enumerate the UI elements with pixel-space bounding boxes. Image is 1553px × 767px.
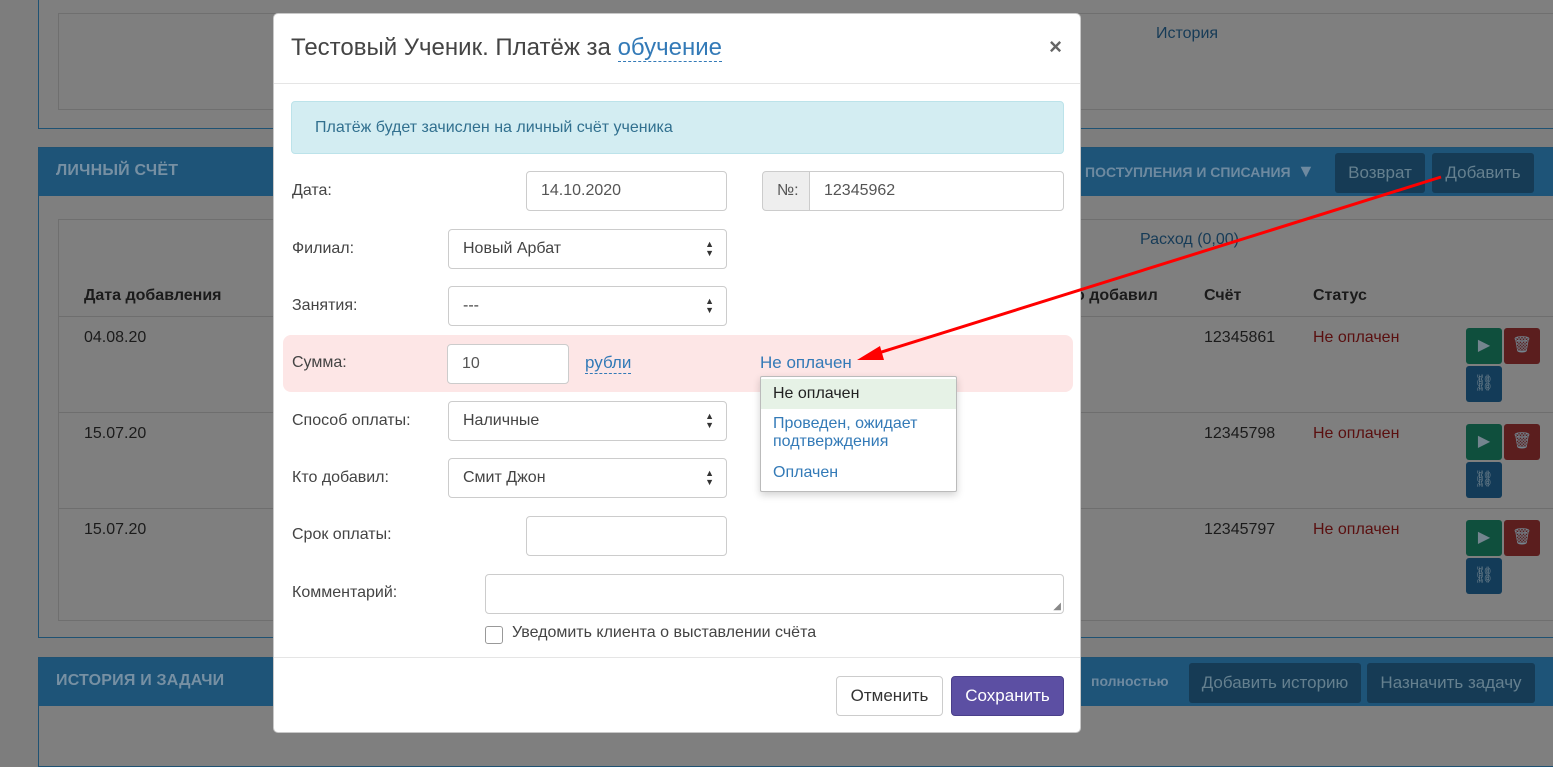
status-option-pending-line1: Проведен, ожидает [773,415,918,432]
branch-select-value: Новый Арбат [463,240,562,257]
link-button[interactable]: ⛓ [1466,366,1502,402]
link-button[interactable]: ⛓ [1466,462,1502,498]
delete-button[interactable]: 🗑 [1504,424,1540,460]
add-payment-button[interactable]: Добавить [1432,153,1534,193]
export-button[interactable]: ▶ [1466,520,1502,556]
expense-link[interactable]: Расход (0,00) [1140,231,1239,249]
assign-task-button[interactable]: Назначить задачу [1367,663,1535,703]
added-by-label: Кто добавил: [292,469,389,486]
status-dropdown: Не оплачен Проведен, ожидает подтвержден… [760,376,957,492]
notify-checkbox[interactable] [485,626,503,644]
export-icon: ▶ [1477,529,1491,546]
due-date-input[interactable] [526,516,727,556]
table-row-status: Не оплачен [1313,329,1400,346]
select-arrows-icon: ▲ ▼ [705,239,714,258]
info-alert: Платёж будет зачислен на личный счёт уче… [291,101,1064,154]
col-who-added: о добавил [1075,287,1158,304]
col-date-added: Дата добавления [84,287,222,304]
added-by-value: Смит Джон [463,469,546,486]
trash-icon: 🗑 [1511,433,1533,450]
save-button[interactable]: Сохранить [951,676,1064,716]
comment-textarea[interactable]: ◢ [485,574,1064,614]
due-date-label: Срок оплаты: [292,526,392,543]
added-by-select[interactable]: Смит Джон ▲ ▼ [448,458,727,498]
table-row-date: 15.07.20 [84,521,147,538]
cancel-button[interactable]: Отменить [836,676,943,716]
payment-method-value: Наличные [463,412,540,429]
link-button[interactable]: ⛓ [1466,558,1502,594]
modal-title-text: Тестовый Ученик. Платёж за [291,34,611,61]
filter-icon[interactable]: ▼ [1297,161,1315,182]
add-history-button[interactable]: Добавить историю [1189,663,1361,703]
link-icon: ⛓ [1473,471,1495,488]
number-input[interactable]: 12345962 [809,171,1064,211]
branch-select[interactable]: Новый Арбат ▲ ▼ [448,229,727,269]
payment-method-label: Способ оплаты: [292,412,411,429]
col-status: Статус [1313,287,1367,304]
account-panel-title: ЛИЧНЫЙ СЧЁТ [56,162,179,179]
status-option-paid[interactable]: Оплачен [761,464,956,482]
currency-link[interactable]: рубли [585,353,632,374]
delete-button[interactable]: 🗑 [1504,328,1540,364]
sum-input[interactable]: 10 [447,344,569,384]
table-row-date: 15.07.20 [84,425,147,442]
payment-method-select[interactable]: Наличные ▲ ▼ [448,401,727,441]
notify-label[interactable]: Уведомить клиента о выставлении счёта [512,624,816,642]
refund-button[interactable]: Возврат [1335,153,1425,193]
status-option-pending[interactable]: Проведен, ожидает подтверждения [761,415,956,451]
table-row-account: 12345797 [1204,521,1276,538]
table-row-account: 12345861 [1204,329,1276,346]
delete-button[interactable]: 🗑 [1504,520,1540,556]
resize-grip-icon[interactable]: ◢ [1053,601,1061,612]
table-row-status: Не оплачен [1313,425,1400,442]
payment-type-link[interactable]: обучение [617,34,722,62]
status-option-unpaid[interactable]: Не оплачен [761,379,956,409]
table-row-date: 04.08.20 [84,329,147,346]
sum-label: Сумма: [292,354,347,371]
payment-modal: Тестовый Ученик. Платёж за обучение × Пл… [273,13,1081,733]
full-view-link[interactable]: полностью [1091,673,1169,689]
modal-header: Тестовый Ученик. Платёж за обучение × [274,14,1080,84]
status-option-pending-line2: подтверждения [773,433,889,450]
export-icon: ▶ [1477,337,1491,354]
export-icon: ▶ [1477,433,1491,450]
history-link[interactable]: История [1156,25,1218,43]
close-icon[interactable]: × [1049,34,1062,60]
status-link[interactable]: Не оплачен [760,353,852,373]
trash-icon: 🗑 [1511,337,1533,354]
filter-label[interactable]: ПОСТУПЛЕНИЯ И СПИСАНИЯ [1085,164,1291,180]
lessons-label: Занятия: [292,297,358,314]
export-button[interactable]: ▶ [1466,424,1502,460]
lessons-select[interactable]: --- ▲ ▼ [448,286,727,326]
select-arrows-icon: ▲ ▼ [705,296,714,315]
branch-label: Филиал: [292,240,355,257]
modal-footer-divider [274,657,1080,658]
modal-title: Тестовый Ученик. Платёж за обучение [291,34,722,62]
select-arrows-icon: ▲ ▼ [705,411,714,430]
date-label: Дата: [292,182,332,199]
date-input[interactable]: 14.10.2020 [526,171,727,211]
number-addon: №: [762,171,810,211]
lessons-select-value: --- [463,297,479,314]
export-button[interactable]: ▶ [1466,328,1502,364]
comment-label: Комментарий: [292,584,398,601]
col-account: Счёт [1204,287,1242,304]
link-icon: ⛓ [1473,567,1495,584]
table-row-account: 12345798 [1204,425,1276,442]
table-row-status: Не оплачен [1313,521,1400,538]
history-panel-title: ИСТОРИЯ И ЗАДАЧИ [56,672,225,689]
link-icon: ⛓ [1473,375,1495,392]
trash-icon: 🗑 [1511,529,1533,546]
select-arrows-icon: ▲ ▼ [705,468,714,487]
